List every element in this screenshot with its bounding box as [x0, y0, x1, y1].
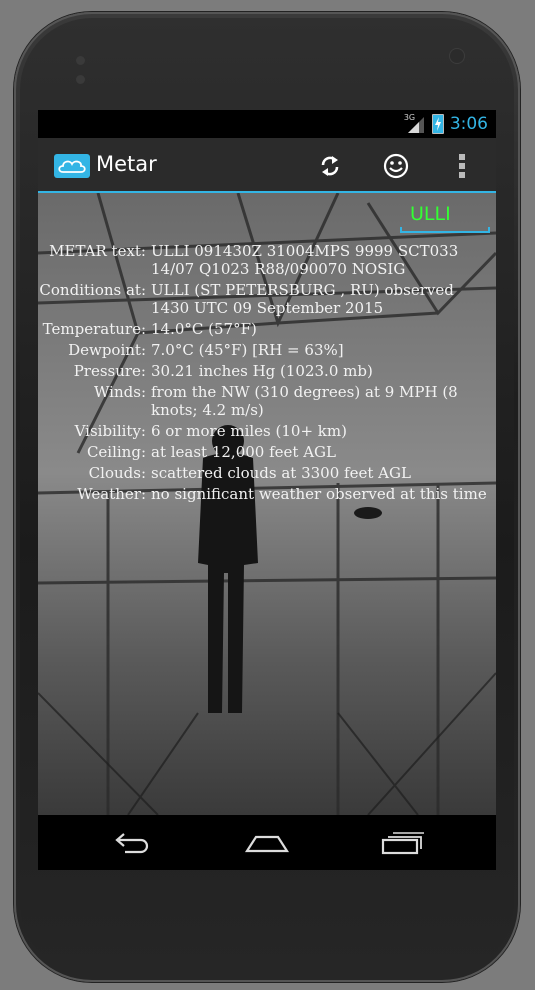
overflow-menu-icon[interactable]: [444, 148, 480, 184]
cloud-icon[interactable]: [54, 154, 90, 178]
report-label: Temperature:: [42, 320, 146, 338]
refresh-icon[interactable]: [312, 148, 348, 184]
front-camera: [450, 49, 464, 63]
report-label: Dewpoint:: [68, 341, 146, 359]
metar-report: METAR text: ULLI 091430Z 31004MPS 9999 S…: [38, 242, 496, 506]
report-row-ceiling: Ceiling: at least 12,000 feet AGL: [38, 443, 496, 461]
smiley-icon[interactable]: [378, 148, 414, 184]
report-label: Weather:: [77, 485, 146, 503]
report-value: no significant weather observed at this …: [151, 485, 487, 503]
status-bar: 3G 3:06: [38, 110, 496, 138]
report-row-visibility: Visibility: 6 or more miles (10+ km): [38, 422, 496, 440]
station-input-value[interactable]: ULLI: [410, 203, 451, 225]
network-type: 3G: [403, 113, 416, 122]
report-row-pressure: Pressure: 30.21 inches Hg (1023.0 mb): [38, 362, 496, 380]
report-value: scattered clouds at 3300 feet AGL: [151, 464, 411, 482]
report-row-conditions: Conditions at: ULLI (ST PETERSBURG , RU)…: [38, 281, 496, 317]
report-row-temperature: Temperature: 14.0°C (57°F): [38, 320, 496, 338]
navigation-bar: [38, 815, 496, 870]
report-label: METAR text:: [49, 242, 146, 260]
report-label: Ceiling:: [86, 443, 146, 461]
speaker-grille: [76, 50, 96, 84]
report-label: Pressure:: [73, 362, 146, 380]
signal-icon: 3G: [403, 113, 426, 133]
recent-apps-icon[interactable]: [372, 827, 432, 859]
home-icon[interactable]: [237, 827, 297, 859]
report-value: 14.0°C (57°F): [151, 320, 257, 338]
report-row-clouds: Clouds: scattered clouds at 3300 feet AG…: [38, 464, 496, 482]
report-row-weather: Weather: no significant weather observed…: [38, 485, 496, 503]
station-input[interactable]: ULLI: [400, 199, 490, 233]
report-value: at least 12,000 feet AGL: [151, 443, 336, 461]
action-bar: Metar: [38, 138, 496, 193]
report-row-winds: Winds: from the NW (310 degrees) at 9 MP…: [38, 383, 496, 419]
battery-charging-icon: [431, 114, 444, 134]
screen: 3G 3:06 Metar ULLI METAR text: ULLI 0914…: [38, 110, 496, 870]
report-row-dewpoint: Dewpoint: 7.0°C (45°F) [RH = 63%]: [38, 341, 496, 359]
back-icon[interactable]: [102, 827, 162, 859]
report-value: ULLI 091430Z 31004MPS 9999 SCT033 14/07 …: [151, 242, 459, 278]
main-content: ULLI METAR text: ULLI 091430Z 31004MPS 9…: [38, 193, 496, 815]
app-title: Metar: [96, 152, 157, 176]
report-label: Visibility:: [74, 422, 146, 440]
report-value: 6 or more miles (10+ km): [151, 422, 347, 440]
report-value: 30.21 inches Hg (1023.0 mb): [151, 362, 373, 380]
report-label: Clouds:: [88, 464, 146, 482]
report-value: 7.0°C (45°F) [RH = 63%]: [151, 341, 344, 359]
report-label: Conditions at:: [39, 281, 146, 299]
report-label: Winds:: [94, 383, 146, 401]
report-value: from the NW (310 degrees) at 9 MPH (8 kn…: [151, 383, 458, 419]
report-row-metar-text: METAR text: ULLI 091430Z 31004MPS 9999 S…: [38, 242, 496, 278]
report-value: ULLI (ST PETERSBURG , RU) observed 1430 …: [151, 281, 454, 317]
status-icons: 3G 3:06: [403, 112, 488, 136]
status-time: 3:06: [449, 114, 488, 134]
